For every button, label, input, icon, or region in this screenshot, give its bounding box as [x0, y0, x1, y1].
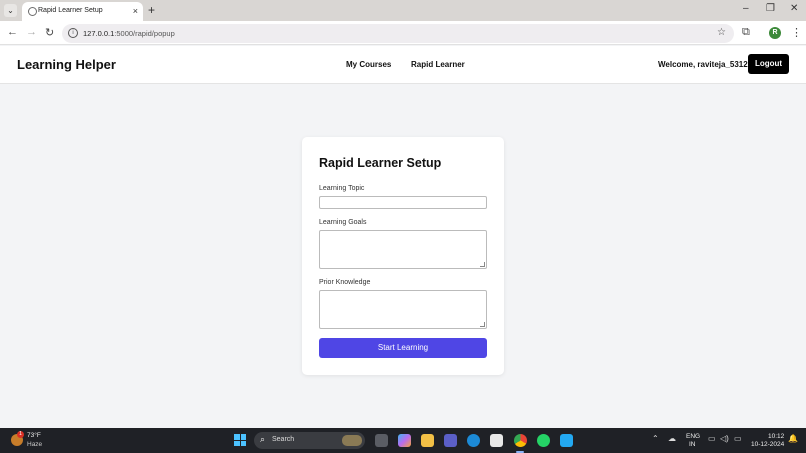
cloud-icon[interactable]: ☁: [668, 434, 676, 443]
resize-handle[interactable]: [480, 322, 485, 327]
forward-icon[interactable]: →: [26, 26, 37, 38]
store-icon[interactable]: [490, 434, 503, 447]
nav-my-courses[interactable]: My Courses: [346, 60, 391, 69]
battery-icon[interactable]: ▭: [734, 434, 742, 443]
chevron-up-icon[interactable]: ⌃: [652, 434, 659, 443]
app-header: Learning Helper My Courses Rapid Learner…: [0, 46, 806, 84]
welcome-text: Welcome, raviteja_5312: [658, 60, 748, 69]
prior-label: Prior Knowledge: [319, 279, 371, 286]
search-icon: ⌕: [260, 434, 266, 444]
browser-tabstrip: ⌄ Rapid Learner Setup × + – ❐ ✕: [0, 0, 806, 21]
globe-icon: [28, 7, 37, 16]
topic-label: Learning Topic: [319, 185, 365, 192]
tab-search-button[interactable]: ⌄: [4, 4, 17, 17]
back-icon[interactable]: ←: [7, 26, 18, 38]
window-close-button[interactable]: ✕: [790, 3, 798, 14]
notification-badge: 1: [17, 431, 24, 438]
nav-rapid-learner[interactable]: Rapid Learner: [411, 60, 465, 69]
address-bar[interactable]: i 127.0.0.1:5000/rapid/popup ☆: [62, 24, 734, 43]
goals-textarea[interactable]: [319, 230, 487, 269]
browser-tab[interactable]: Rapid Learner Setup ×: [22, 2, 143, 21]
language-label[interactable]: ENG: [686, 433, 700, 440]
browser-toolbar: ← → ↻ i 127.0.0.1:5000/rapid/popup ☆: [0, 21, 806, 45]
tab-close-button[interactable]: ×: [133, 6, 138, 16]
maximize-button[interactable]: ❐: [766, 3, 775, 14]
logout-button[interactable]: Logout: [748, 54, 789, 74]
minimize-button[interactable]: –: [743, 3, 749, 14]
goals-label: Learning Goals: [319, 219, 367, 226]
browser-menu-icon[interactable]: ⋮: [791, 26, 802, 39]
site-info-icon[interactable]: i: [68, 28, 78, 38]
resize-handle[interactable]: [480, 262, 485, 267]
whatsapp-icon[interactable]: [537, 434, 550, 447]
setup-card: Rapid Learner Setup Learning Topic Learn…: [302, 137, 504, 375]
teams-icon[interactable]: [444, 434, 457, 447]
notification-bell-icon[interactable]: 🔔: [788, 434, 798, 443]
search-highlight-icon: [342, 435, 362, 446]
clock-time[interactable]: 10:12: [768, 433, 784, 440]
start-learning-button[interactable]: Start Learning: [319, 338, 487, 358]
taskbar: 1 73°F Haze ⌕ Search ⌃ ☁ ENG IN ▭ ◁) ▭ 1…: [0, 428, 806, 453]
card-title: Rapid Learner Setup: [319, 156, 442, 170]
bookmark-star-icon[interactable]: ☆: [717, 27, 726, 38]
vscode-icon[interactable]: [560, 434, 573, 447]
clock-date[interactable]: 10-12-2024: [751, 441, 784, 448]
reload-icon[interactable]: ↻: [45, 26, 54, 39]
prior-textarea[interactable]: [319, 290, 487, 329]
windows-start-icon[interactable]: [234, 434, 246, 446]
volume-icon[interactable]: ◁): [720, 434, 729, 443]
url-text[interactable]: 127.0.0.1:5000/rapid/popup: [83, 29, 175, 38]
task-view-icon[interactable]: [375, 434, 388, 447]
network-icon[interactable]: ▭: [708, 434, 716, 443]
chrome-icon[interactable]: [514, 434, 527, 447]
topic-input[interactable]: [319, 196, 487, 209]
weather-condition[interactable]: Haze: [27, 441, 42, 448]
weather-temp[interactable]: 73°F: [27, 432, 41, 439]
file-explorer-icon[interactable]: [421, 434, 434, 447]
tab-title: Rapid Learner Setup: [38, 7, 103, 14]
extensions-icon[interactable]: ⧉: [742, 26, 750, 39]
edge-icon[interactable]: [467, 434, 480, 447]
new-tab-button[interactable]: +: [148, 3, 155, 17]
taskbar-search-label: Search: [272, 436, 295, 443]
brand-title[interactable]: Learning Helper: [17, 57, 116, 72]
region-label[interactable]: IN: [689, 441, 696, 448]
profile-avatar[interactable]: R: [769, 27, 781, 39]
copilot-icon[interactable]: [398, 434, 411, 447]
taskbar-search[interactable]: ⌕ Search: [254, 432, 365, 449]
